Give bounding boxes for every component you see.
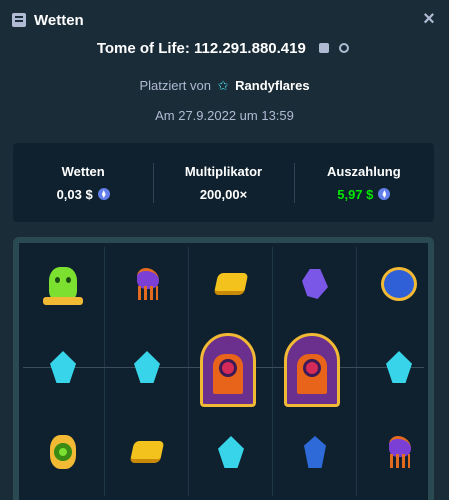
purple-creature-icon — [376, 429, 422, 475]
slot-grid — [23, 247, 424, 496]
payout-label: Auszahlung — [326, 163, 401, 179]
game-id-line: Tome of Life: 112.291.880.419 — [0, 40, 449, 60]
modal-title: Wetten — [34, 11, 84, 29]
tome-book-icon — [284, 333, 340, 407]
stat-multiplier: Multiplikator 200,00× — [153, 143, 293, 222]
cyan-gem-icon — [40, 344, 86, 390]
close-icon[interactable]: × — [419, 9, 439, 29]
bet-value: 0,03 $ — [57, 187, 110, 202]
placed-by: Platziert von ✩ Randyflares — [0, 78, 449, 94]
copy-icon[interactable] — [319, 43, 329, 54]
eye-lantern-icon — [40, 429, 86, 475]
bet-slip-icon — [12, 13, 26, 27]
cyan-gem-icon — [376, 344, 422, 390]
cyan-gem-icon — [124, 344, 170, 390]
reel-divider — [356, 247, 357, 496]
green-skull-icon — [40, 261, 86, 307]
slot-board — [13, 237, 434, 500]
ethereum-coin-icon — [97, 188, 110, 200]
bet-date: Am 27.9.2022 um 13:59 — [155, 108, 294, 123]
multiplier-value: 200,00× — [199, 186, 248, 202]
blue-orb-icon — [376, 261, 422, 307]
game-id-text: Tome of Life: 112.291.880.419 — [96, 40, 306, 57]
payout-amount: 5,97 $ — [337, 186, 374, 202]
multiplier-label: Multiplikator — [184, 163, 263, 179]
modal-header: Wetten × — [0, 0, 449, 40]
purple-creature-icon — [124, 261, 170, 307]
stat-bet: Wetten 0,03 $ — [13, 143, 153, 222]
blue-gem-icon — [292, 429, 338, 475]
purple-gem-icon — [292, 261, 338, 307]
fairness-icon[interactable] — [339, 43, 350, 54]
ethereum-coin-icon — [378, 188, 391, 200]
bet-label: Wetten — [61, 163, 105, 179]
username-link[interactable]: Randyflares — [235, 78, 309, 93]
yellow-gem-icon — [124, 429, 170, 475]
payout-value: 5,97 $ — [337, 186, 391, 202]
cyan-gem-icon — [208, 429, 254, 475]
placed-by-label: Platziert von — [139, 78, 211, 93]
tome-book-icon — [200, 333, 256, 407]
bet-stats-panel: Wetten 0,03 $ Multiplikator 200,00× Ausz… — [13, 143, 434, 222]
reel-divider — [104, 247, 105, 496]
reel-divider — [188, 247, 189, 496]
yellow-gem-icon — [208, 261, 254, 307]
bet-amount: 0,03 $ — [56, 186, 93, 202]
reel-divider — [272, 247, 273, 496]
star-icon: ✩ — [217, 78, 229, 93]
stat-payout: Auszahlung 5,97 $ — [293, 143, 434, 222]
